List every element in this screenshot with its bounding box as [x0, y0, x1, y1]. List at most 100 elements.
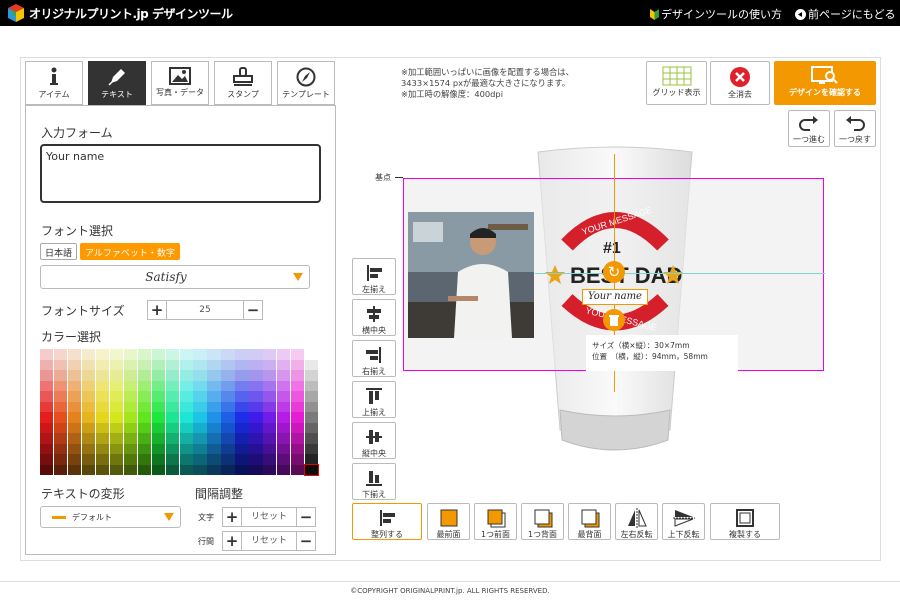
color-swatch[interactable]: [221, 454, 235, 465]
bring-forward-button[interactable]: 1つ前面: [474, 503, 517, 540]
color-swatch[interactable]: [193, 349, 207, 360]
tab-stamp[interactable]: スタンプ: [214, 61, 272, 105]
color-swatch[interactable]: [193, 454, 207, 465]
color-swatch[interactable]: [165, 433, 179, 444]
color-swatch[interactable]: [53, 370, 68, 381]
color-swatch[interactable]: [95, 443, 110, 455]
color-swatch[interactable]: [109, 464, 124, 476]
color-swatch[interactable]: [109, 412, 124, 423]
color-palette[interactable]: [40, 349, 320, 477]
color-swatch[interactable]: [291, 412, 305, 423]
color-swatch[interactable]: [95, 359, 110, 371]
color-swatch[interactable]: [40, 349, 54, 360]
color-swatch[interactable]: [235, 349, 249, 360]
font-dropdown[interactable]: Satisfy: [40, 265, 310, 289]
color-swatch[interactable]: [207, 422, 221, 434]
color-swatch[interactable]: [109, 380, 124, 392]
char-spacing-increase-button[interactable]: +: [222, 507, 242, 527]
rotate-handle-icon[interactable]: ↻: [603, 261, 625, 283]
color-swatch[interactable]: [95, 464, 110, 476]
color-swatch[interactable]: [193, 370, 207, 381]
color-swatch[interactable]: [221, 422, 235, 434]
color-swatch[interactable]: [305, 391, 319, 402]
color-swatch[interactable]: [81, 422, 96, 434]
color-swatch[interactable]: [291, 422, 305, 434]
color-swatch[interactable]: [67, 349, 82, 360]
color-swatch[interactable]: [137, 349, 151, 360]
font-size-value[interactable]: 25: [167, 300, 243, 320]
color-swatch[interactable]: [207, 391, 221, 402]
color-swatch[interactable]: [123, 370, 137, 381]
color-swatch[interactable]: [40, 454, 54, 465]
color-swatch[interactable]: [123, 433, 137, 444]
color-swatch[interactable]: [123, 412, 137, 423]
color-swatch[interactable]: [179, 433, 193, 444]
color-swatch[interactable]: [179, 464, 193, 476]
color-swatch[interactable]: [67, 370, 82, 381]
line-spacing-decrease-button[interactable]: −: [296, 531, 316, 551]
color-swatch[interactable]: [109, 433, 124, 444]
color-swatch[interactable]: [137, 380, 151, 392]
tab-item[interactable]: アイテム: [25, 61, 83, 105]
color-swatch[interactable]: [95, 401, 110, 413]
color-swatch[interactable]: [95, 380, 110, 392]
color-swatch[interactable]: [277, 349, 291, 360]
send-backward-button[interactable]: 1つ背面: [521, 503, 564, 540]
color-swatch[interactable]: [151, 422, 165, 434]
color-swatch[interactable]: [109, 359, 124, 371]
color-swatch[interactable]: [81, 401, 96, 413]
color-swatch[interactable]: [53, 443, 68, 455]
color-swatch[interactable]: [179, 391, 193, 402]
color-swatch[interactable]: [179, 370, 193, 381]
color-swatch[interactable]: [291, 391, 305, 402]
color-swatch[interactable]: [40, 370, 54, 381]
font-size-decrease-button[interactable]: −: [243, 300, 263, 320]
color-swatch[interactable]: [207, 401, 221, 413]
color-swatch[interactable]: [249, 433, 263, 444]
color-swatch[interactable]: [193, 401, 207, 413]
color-swatch[interactable]: [67, 412, 82, 423]
flip-horizontal-button[interactable]: 左右反転: [615, 503, 658, 540]
color-swatch[interactable]: [277, 443, 291, 455]
align-top-button[interactable]: 上揃え: [352, 381, 396, 418]
color-swatch[interactable]: [235, 433, 249, 444]
color-swatch[interactable]: [67, 454, 82, 465]
color-swatch[interactable]: [151, 401, 165, 413]
color-swatch[interactable]: [165, 349, 179, 360]
color-swatch[interactable]: [277, 464, 291, 476]
color-swatch[interactable]: [179, 401, 193, 413]
color-swatch[interactable]: [207, 380, 221, 392]
color-swatch[interactable]: [263, 349, 277, 360]
color-swatch[interactable]: [137, 464, 151, 476]
align-bottom-button[interactable]: 下揃え: [352, 463, 396, 500]
color-swatch[interactable]: [291, 370, 305, 381]
color-swatch[interactable]: [263, 464, 277, 476]
color-swatch[interactable]: [151, 443, 165, 455]
color-swatch[interactable]: [151, 380, 165, 392]
color-swatch[interactable]: [95, 391, 110, 402]
undo-button[interactable]: 一つ戻す: [834, 110, 876, 147]
color-swatch[interactable]: [179, 412, 193, 423]
color-swatch[interactable]: [291, 464, 305, 476]
color-swatch[interactable]: [235, 380, 249, 392]
color-swatch[interactable]: [179, 380, 193, 392]
uploaded-photo[interactable]: [408, 212, 534, 338]
duplicate-button[interactable]: 複製する: [710, 503, 780, 540]
color-swatch[interactable]: [53, 464, 68, 476]
color-swatch[interactable]: [305, 443, 319, 455]
color-swatch[interactable]: [305, 412, 319, 423]
color-swatch[interactable]: [305, 433, 319, 444]
color-swatch[interactable]: [235, 370, 249, 381]
color-swatch[interactable]: [249, 422, 263, 434]
selected-text-object[interactable]: Your name: [582, 289, 648, 305]
color-swatch[interactable]: [277, 391, 291, 402]
color-swatch[interactable]: [123, 380, 137, 392]
color-swatch[interactable]: [193, 359, 207, 371]
redo-button[interactable]: 一つ進む: [788, 110, 830, 147]
color-swatch[interactable]: [263, 401, 277, 413]
color-swatch[interactable]: [95, 433, 110, 444]
color-swatch[interactable]: [109, 422, 124, 434]
color-swatch[interactable]: [109, 349, 124, 360]
char-spacing-reset[interactable]: リセット: [242, 507, 296, 527]
color-swatch[interactable]: [123, 401, 137, 413]
